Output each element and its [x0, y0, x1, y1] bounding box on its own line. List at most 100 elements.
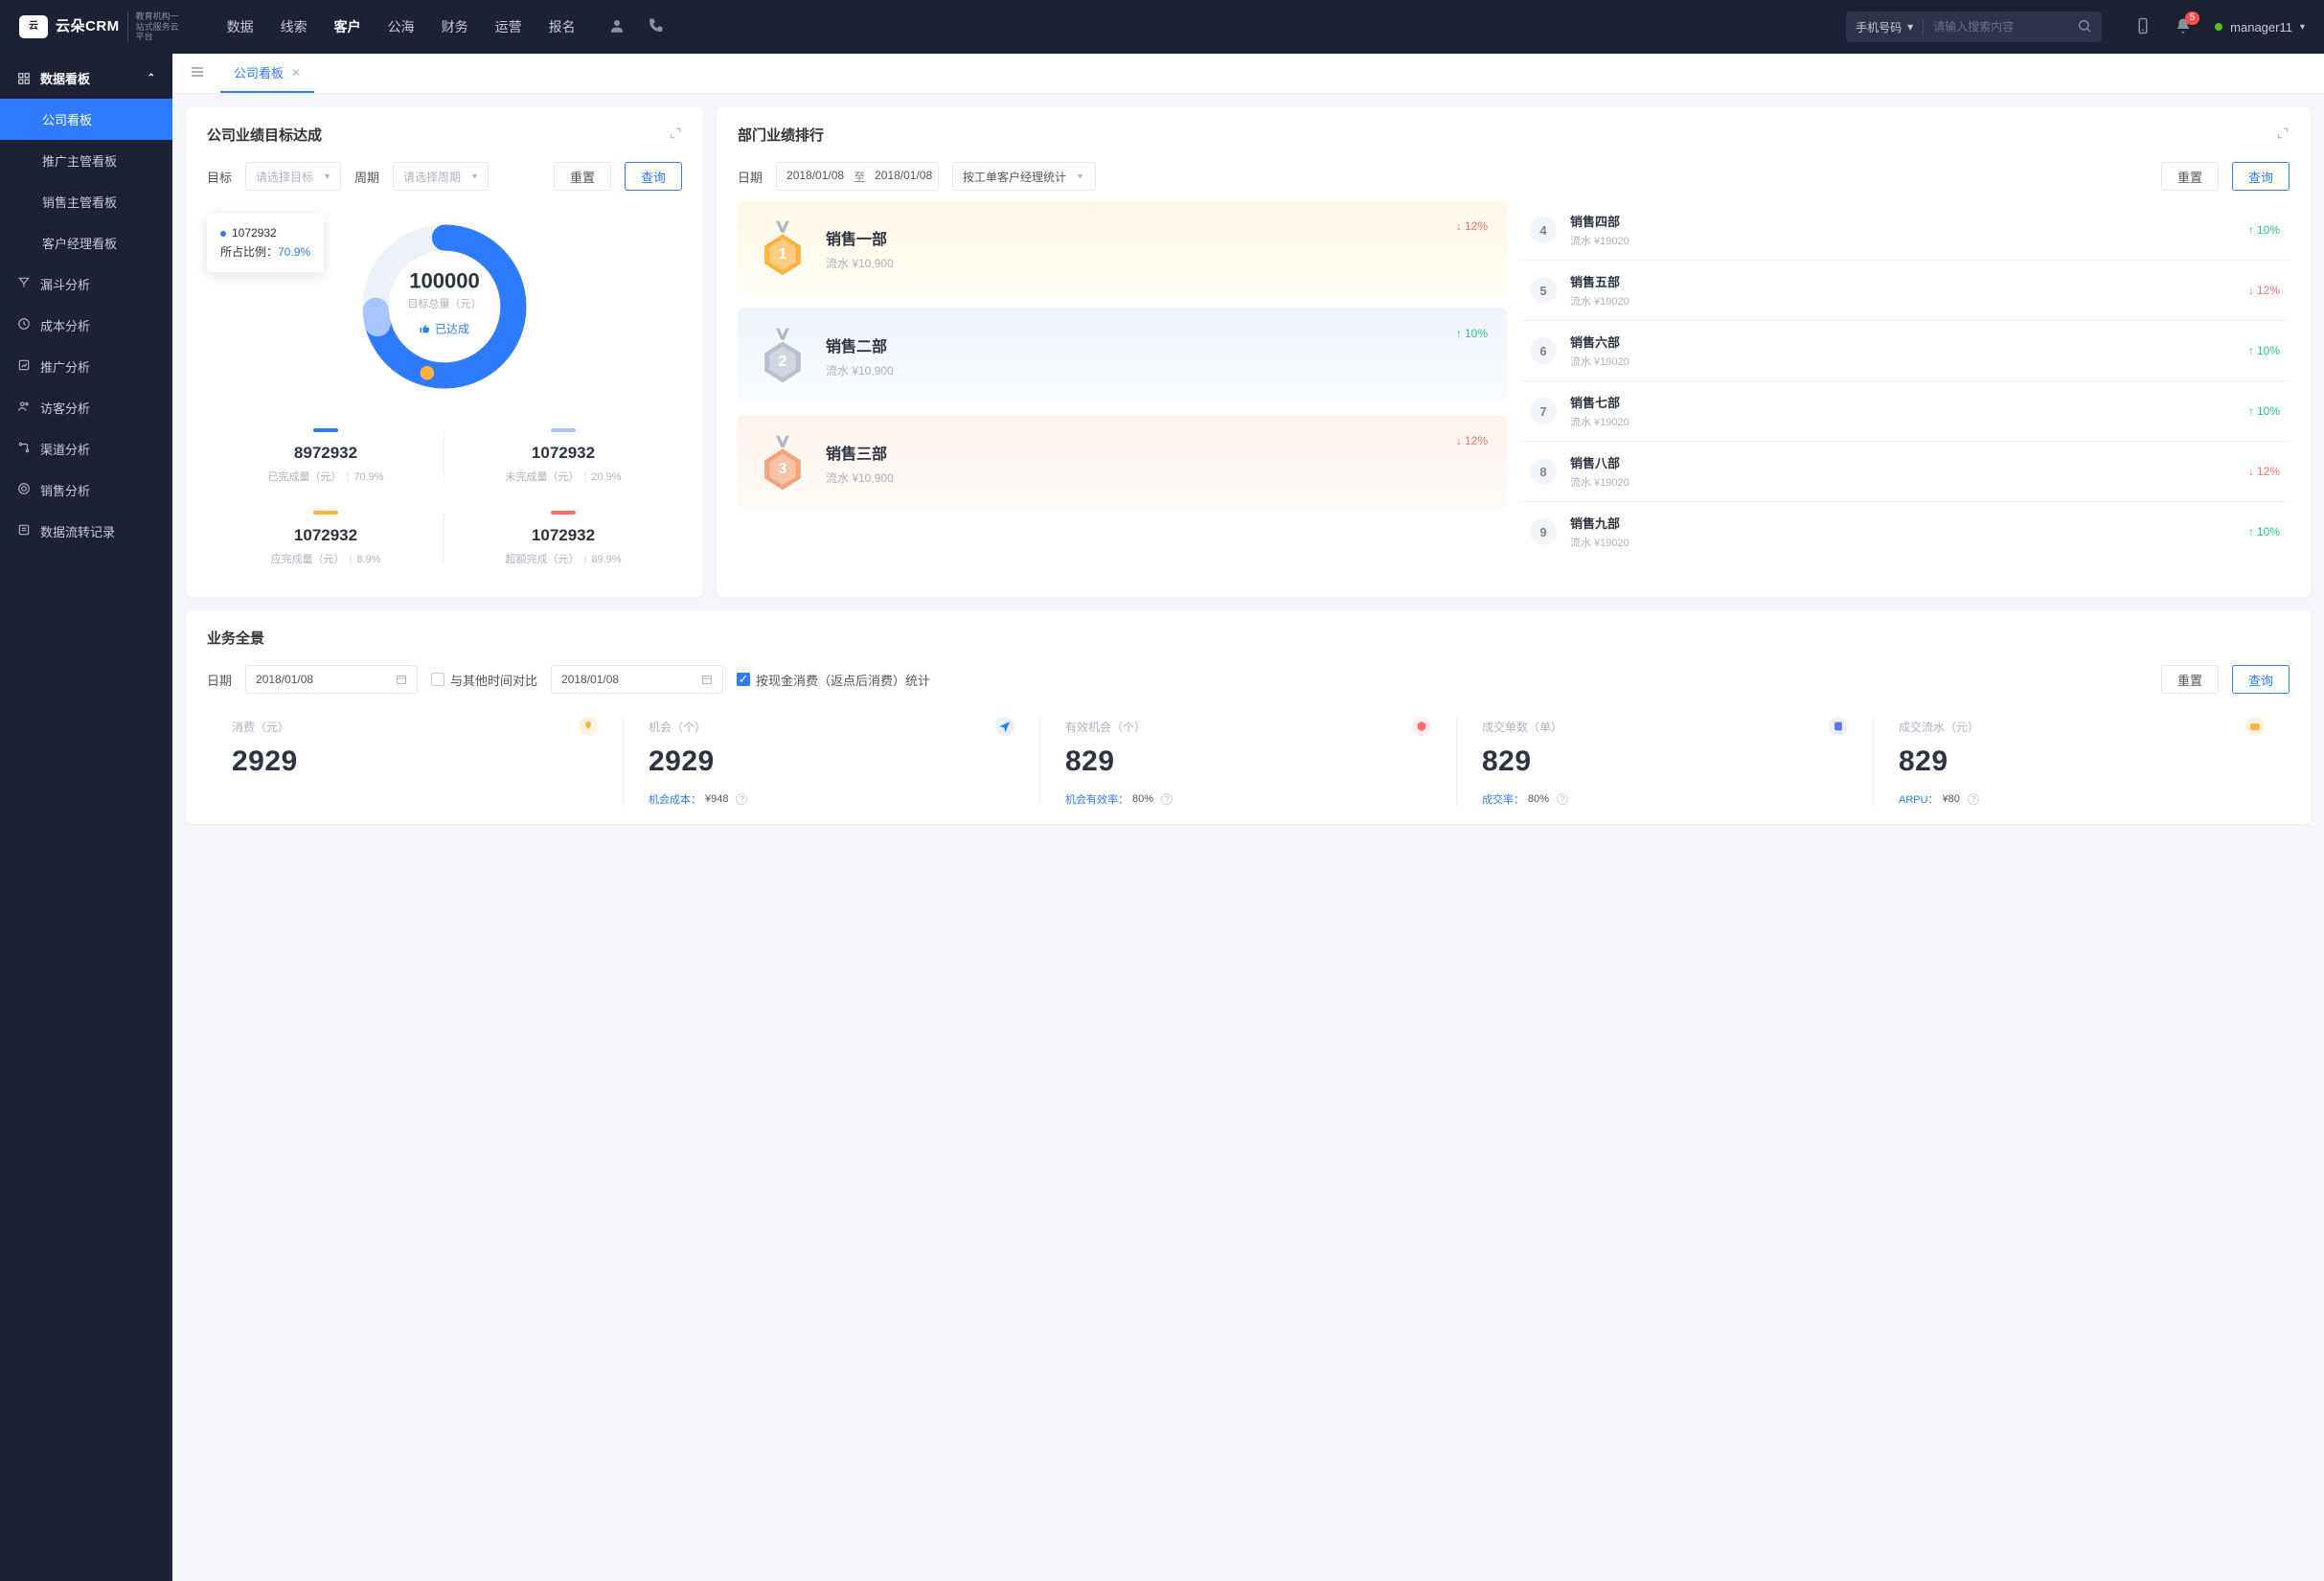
arrow-icon: ↓: [2248, 284, 2254, 297]
sidebar-group-dashboard[interactable]: 数据看板 ⌃: [0, 57, 172, 99]
overview-label: 消费（元）: [232, 719, 289, 735]
sidebar-item[interactable]: 推广分析: [0, 346, 172, 387]
rank-list-item[interactable]: 8销售八部流水 ¥19020↓12%: [1520, 442, 2290, 502]
tab-company-dashboard[interactable]: 公司看板 ✕: [220, 54, 314, 93]
notification-button[interactable]: 5: [2175, 17, 2192, 37]
metric-cell: 1072932超额完成（元）|89.9%: [444, 497, 682, 580]
reset-button[interactable]: 重置: [554, 162, 611, 191]
overview-value: 2929: [232, 745, 598, 778]
metric-bar-icon: [313, 511, 338, 515]
rank-name: 销售八部: [1570, 453, 1629, 471]
close-icon[interactable]: ✕: [291, 66, 301, 80]
medal-icon: 2: [757, 327, 809, 384]
phone-icon[interactable]: [647, 17, 664, 37]
top-nav-item[interactable]: 客户: [334, 17, 361, 36]
overview-label: 有效机会（个）: [1065, 719, 1146, 735]
rank-delta: ↓12%: [2248, 284, 2280, 297]
help-icon[interactable]: ?: [1968, 793, 1979, 805]
sidebar-collapse-button[interactable]: [182, 60, 213, 86]
target-select[interactable]: 请选择目标▾: [245, 162, 341, 191]
filter-period-label: 周期: [354, 168, 379, 186]
help-icon[interactable]: ?: [736, 793, 747, 805]
sidebar-item[interactable]: 销售分析: [0, 470, 172, 511]
overview-footer: 机会成本：¥948?: [649, 791, 1014, 807]
stat-mode-select[interactable]: 按工单客户经理统计▾: [952, 162, 1096, 191]
mobile-icon[interactable]: [2134, 17, 2152, 37]
rank-delta: ↓12%: [1456, 434, 1488, 447]
sidebar-icon: [17, 317, 31, 333]
query-button[interactable]: 查询: [625, 162, 682, 191]
arrow-icon: ↓: [1456, 434, 1462, 447]
sidebar-item[interactable]: 漏斗分析: [0, 264, 172, 305]
card-title: 业务全景: [207, 628, 264, 648]
period-select[interactable]: 请选择周期▾: [393, 162, 489, 191]
sidebar-sub-item[interactable]: 推广主管看板: [0, 140, 172, 181]
arrow-icon: ↑: [2248, 223, 2254, 237]
card-title: 部门业绩排行: [738, 125, 824, 145]
compare-checkbox[interactable]: 与其他时间对比: [431, 671, 537, 689]
reset-button[interactable]: 重置: [2161, 665, 2219, 694]
search-input[interactable]: [1924, 20, 2067, 34]
expand-icon[interactable]: [669, 126, 682, 144]
sidebar-item[interactable]: 访客分析: [0, 387, 172, 428]
metric-value: 8972932: [207, 444, 444, 463]
sidebar-sub-item[interactable]: 销售主管看板: [0, 181, 172, 222]
help-icon[interactable]: ?: [1557, 793, 1568, 805]
rank-list-item[interactable]: 6销售六部流水 ¥19020↑10%: [1520, 321, 2290, 381]
card-department-ranking: 部门业绩排行 日期 2018/01/08至2018/01/08 按工单客户经理统…: [717, 107, 2311, 597]
user-menu[interactable]: manager11 ▾: [2215, 20, 2305, 34]
sidebar-icon: [17, 358, 31, 375]
query-button[interactable]: 查询: [2232, 665, 2290, 694]
overview-footer: ARPU：¥80?: [1899, 791, 2265, 807]
donut-chart: 1072932 所占比例：70.9% 100000 目标总量（元）: [207, 200, 682, 405]
rank-top-item[interactable]: 1销售一部流水 ¥10,900↓12%: [738, 200, 1507, 296]
rank-sub: 流水 ¥19020: [1570, 474, 1629, 490]
rank-top-item[interactable]: 2销售二部流水 ¥10,900↑10%: [738, 308, 1507, 403]
sidebar-item[interactable]: 渠道分析: [0, 428, 172, 470]
top-nav-item[interactable]: 财务: [442, 17, 468, 36]
calendar-icon: [396, 674, 407, 685]
sidebar-icon: [17, 400, 31, 416]
rank-name: 销售四部: [1570, 212, 1629, 230]
calendar-icon: [701, 674, 713, 685]
date-from-input[interactable]: 2018/01/08至2018/01/08: [776, 162, 939, 191]
top-nav: 数据 线索 客户 公海 财务 运营 报名: [227, 17, 576, 36]
rank-sub: 流水 ¥19020: [1570, 414, 1629, 429]
query-button[interactable]: 查询: [2232, 162, 2290, 191]
top-nav-item[interactable]: 公海: [388, 17, 415, 36]
search-type-select[interactable]: 手机号码 ▾: [1846, 19, 1924, 35]
top-nav-item[interactable]: 运营: [495, 17, 522, 36]
rank-list-item[interactable]: 5销售五部流水 ¥19020↓12%: [1520, 261, 2290, 321]
chevron-down-icon: ▾: [325, 172, 330, 182]
rank-list-item[interactable]: 9销售九部流水 ¥19020↑10%: [1520, 502, 2290, 561]
help-icon[interactable]: ?: [1161, 793, 1173, 805]
overview-cell: 消费（元） 2929: [207, 717, 624, 807]
metric-cell: 8972932已完成量（元）|70.9%: [207, 415, 444, 497]
expand-icon[interactable]: [2276, 126, 2290, 144]
rank-list-item[interactable]: 7销售七部流水 ¥19020↑10%: [1520, 381, 2290, 442]
sidebar-sub-item[interactable]: 公司看板: [0, 99, 172, 140]
top-nav-item[interactable]: 报名: [549, 17, 576, 36]
search-icon[interactable]: [2067, 18, 2102, 36]
donut-total: 100000: [408, 268, 482, 293]
status-dot-icon: [2215, 23, 2222, 31]
top-icon-group: [608, 17, 664, 37]
rank-list-item[interactable]: 4销售四部流水 ¥19020↑10%: [1520, 200, 2290, 261]
user-icon[interactable]: [608, 17, 626, 37]
cash-stat-checkbox[interactable]: ✓ 按现金消费（返点后消费）统计: [737, 671, 930, 689]
checkbox-icon: ✓: [737, 673, 750, 686]
sidebar-item[interactable]: 数据流转记录: [0, 511, 172, 552]
overview-icon: [1829, 717, 1848, 736]
card-target-achievement: 公司业绩目标达成 目标 请选择目标▾ 周期 请选择周期▾ 重置: [186, 107, 703, 597]
reset-button[interactable]: 重置: [2161, 162, 2219, 191]
sidebar-sub-item[interactable]: 客户经理看板: [0, 222, 172, 264]
sidebar-item[interactable]: 成本分析: [0, 305, 172, 346]
metric-label: 应完成量（元）|8.9%: [207, 551, 444, 566]
arrow-icon: ↑: [2248, 525, 2254, 538]
top-nav-item[interactable]: 数据: [227, 17, 254, 36]
rank-top-item[interactable]: 3销售三部流水 ¥10,900↓12%: [738, 415, 1507, 511]
date-input-2[interactable]: 2018/01/08: [551, 665, 723, 694]
arrow-icon: ↓: [1456, 219, 1462, 233]
top-nav-item[interactable]: 线索: [281, 17, 308, 36]
date-input-1[interactable]: 2018/01/08: [245, 665, 418, 694]
